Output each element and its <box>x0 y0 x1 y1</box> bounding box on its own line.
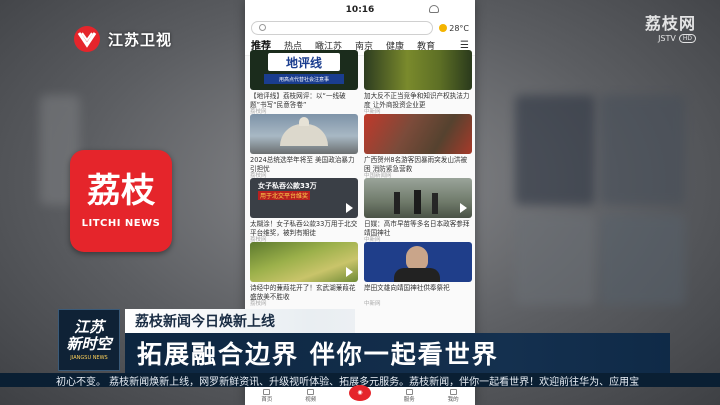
list-item[interactable]: 诗经中的蒹葭花开了！玄武湖蒹葭花盛放美不胜收 荔枝网 <box>250 242 358 307</box>
list-item[interactable]: 岸田文雄向靖国神社供奉祭祀 中新网 <box>364 242 472 307</box>
nav-profile-label: 我的 <box>447 397 459 403</box>
channel-logo: 江苏卫视 <box>70 24 172 54</box>
thumb-title: 地评线 <box>285 55 322 70</box>
list-item[interactable]: 加大反不正当竞争和知识产权执法力度 让外商投资企业更 中新网 <box>364 50 472 115</box>
channel-logo-mark <box>70 24 104 54</box>
play-icon <box>346 267 353 277</box>
news-thumbnail <box>364 50 472 90</box>
news-title: 诗经中的蒹葭花开了！玄武湖蒹葭花盛放美不胜收 <box>250 284 356 301</box>
search-input[interactable] <box>251 21 434 35</box>
watermark-hd: HD <box>678 34 696 43</box>
show-logo-line3: JIANGSU NEWS <box>70 355 108 361</box>
news-source: 荔枝网 <box>250 301 267 307</box>
video-frame: 江苏卫视 荔枝 LITCHI NEWS 荔枝网 JSTV HD 10:16 28… <box>0 0 720 405</box>
nav-service-label: 服务 <box>403 397 415 403</box>
watermark-jstv: JSTV <box>658 34 676 43</box>
news-title: 2024总统选举年将至 美国政治暴力引担忧 <box>250 156 355 173</box>
nav-home[interactable]: 首页 <box>261 389 272 403</box>
weather-temp: 28°C <box>449 23 469 33</box>
news-thumbnail <box>364 178 472 218</box>
app-header: 28°C <box>245 20 475 36</box>
news-thumbnail: 女子私吞公款33万 用于北交平台维奖 <box>250 178 358 218</box>
litchi-news-badge: 荔枝 LITCHI NEWS <box>70 150 172 252</box>
news-title: 加大反不正当竞争和知识产权执法力度 让外商投资企业更 <box>364 92 470 109</box>
watermark-en: JSTV HD <box>645 34 696 43</box>
nav-video-label: 视频 <box>305 397 317 403</box>
nav-video[interactable]: 视频 <box>305 389 316 403</box>
nav-home-label: 首页 <box>261 397 273 403</box>
wifi-icon <box>429 5 439 13</box>
status-time: 10:16 <box>345 5 375 15</box>
show-logo-line2: 新时空 <box>66 335 112 353</box>
status-bar: 10:16 <box>245 0 475 20</box>
show-logo-line1: 江苏 <box>73 318 104 336</box>
list-item[interactable]: 女子私吞公款33万 用于北交平台维奖 太糊涂！女子私吞公款33万用于北交平台维奖… <box>250 178 358 243</box>
play-icon <box>460 203 467 213</box>
headline-text: 拓展融合边界 伴你一起看世界 <box>137 340 499 369</box>
channel-logo-label: 江苏卫视 <box>108 30 173 49</box>
news-title: 广西贺州8名游客因暴雨突发山洪被困 消防紧急营救 <box>364 156 468 173</box>
headline-bar: 拓展融合边界 伴你一起看世界 <box>125 333 670 373</box>
news-source: 中新网 <box>364 301 381 307</box>
litchi-badge-cn: 荔枝 <box>87 170 155 211</box>
thumb-subtitle: 用高点代替社会注意事 <box>278 76 329 83</box>
bg-blob <box>600 95 685 205</box>
weather-icon <box>439 24 448 32</box>
play-icon <box>346 203 353 213</box>
news-title: 岸田文雄向靖国神社供奉祭祀 <box>364 284 450 292</box>
list-item[interactable]: 日媒：高市早苗等多名日本政客参拜靖国神社 中新网 <box>364 178 472 243</box>
news-thumbnail: 地评线 用高点代替社会注意事 <box>250 50 358 90</box>
thumb-subtitle: 用于北交平台维奖 <box>258 191 311 200</box>
news-thumbnail <box>250 242 358 282</box>
show-logo: 江苏 新时空 JIANGSU NEWS <box>58 309 120 371</box>
news-thumbnail <box>250 114 358 154</box>
list-item[interactable]: 广西贺州8名游客因暴雨突发山洪被困 消防紧急营救 中国新闻网 <box>364 114 472 179</box>
search-icon <box>259 24 266 31</box>
weather-widget[interactable]: 28°C <box>439 24 469 33</box>
news-thumbnail <box>364 242 472 282</box>
bg-blob <box>515 95 595 205</box>
nav-service[interactable]: 服务 <box>404 389 415 403</box>
bottom-nav: 首页 视频 ◉ 服务 我的 <box>245 385 475 405</box>
litchi-badge-en: LITCHI NEWS <box>81 217 161 229</box>
litchi-watermark: 荔枝网 JSTV HD <box>645 10 696 43</box>
news-title: 太糊涂！女子私吞公款33万用于北交平台维奖，被判有期徒 <box>250 220 358 237</box>
watermark-cn: 荔枝网 <box>644 14 696 33</box>
thumb-title: 女子私吞公款33万 <box>258 182 317 190</box>
list-item[interactable]: 2024总统选举年将至 美国政治暴力引担忧 荔枝网 <box>250 114 358 179</box>
bg-blob <box>600 215 685 305</box>
news-thumbnail <box>364 114 472 154</box>
list-item[interactable]: 地评线 用高点代替社会注意事 【地评线】荔枝网评：以“一线破题”书写“民意答卷”… <box>250 50 358 115</box>
news-feed: 地评线 用高点代替社会注意事 【地评线】荔枝网评：以“一线破题”书写“民意答卷”… <box>245 50 475 307</box>
bg-blob <box>515 215 595 305</box>
subtitle-text: 荔枝新闻今日焕新上线 <box>135 314 275 330</box>
nav-center-button[interactable]: ◉ <box>348 385 371 401</box>
ticker-text: 初心不变。 荔枝新闻焕新上线，网罗新鲜资讯、升级视听体验、拓展多元服务。荔枝新闻… <box>56 376 640 388</box>
news-title: 日媒：高市早苗等多名日本政客参拜靖国神社 <box>364 220 470 237</box>
news-title: 【地评线】荔枝网评：以“一线破题”书写“民意答卷” <box>250 92 346 109</box>
nav-profile[interactable]: 我的 <box>448 389 459 403</box>
subtitle-bar: 荔枝新闻今日焕新上线 <box>125 309 355 333</box>
